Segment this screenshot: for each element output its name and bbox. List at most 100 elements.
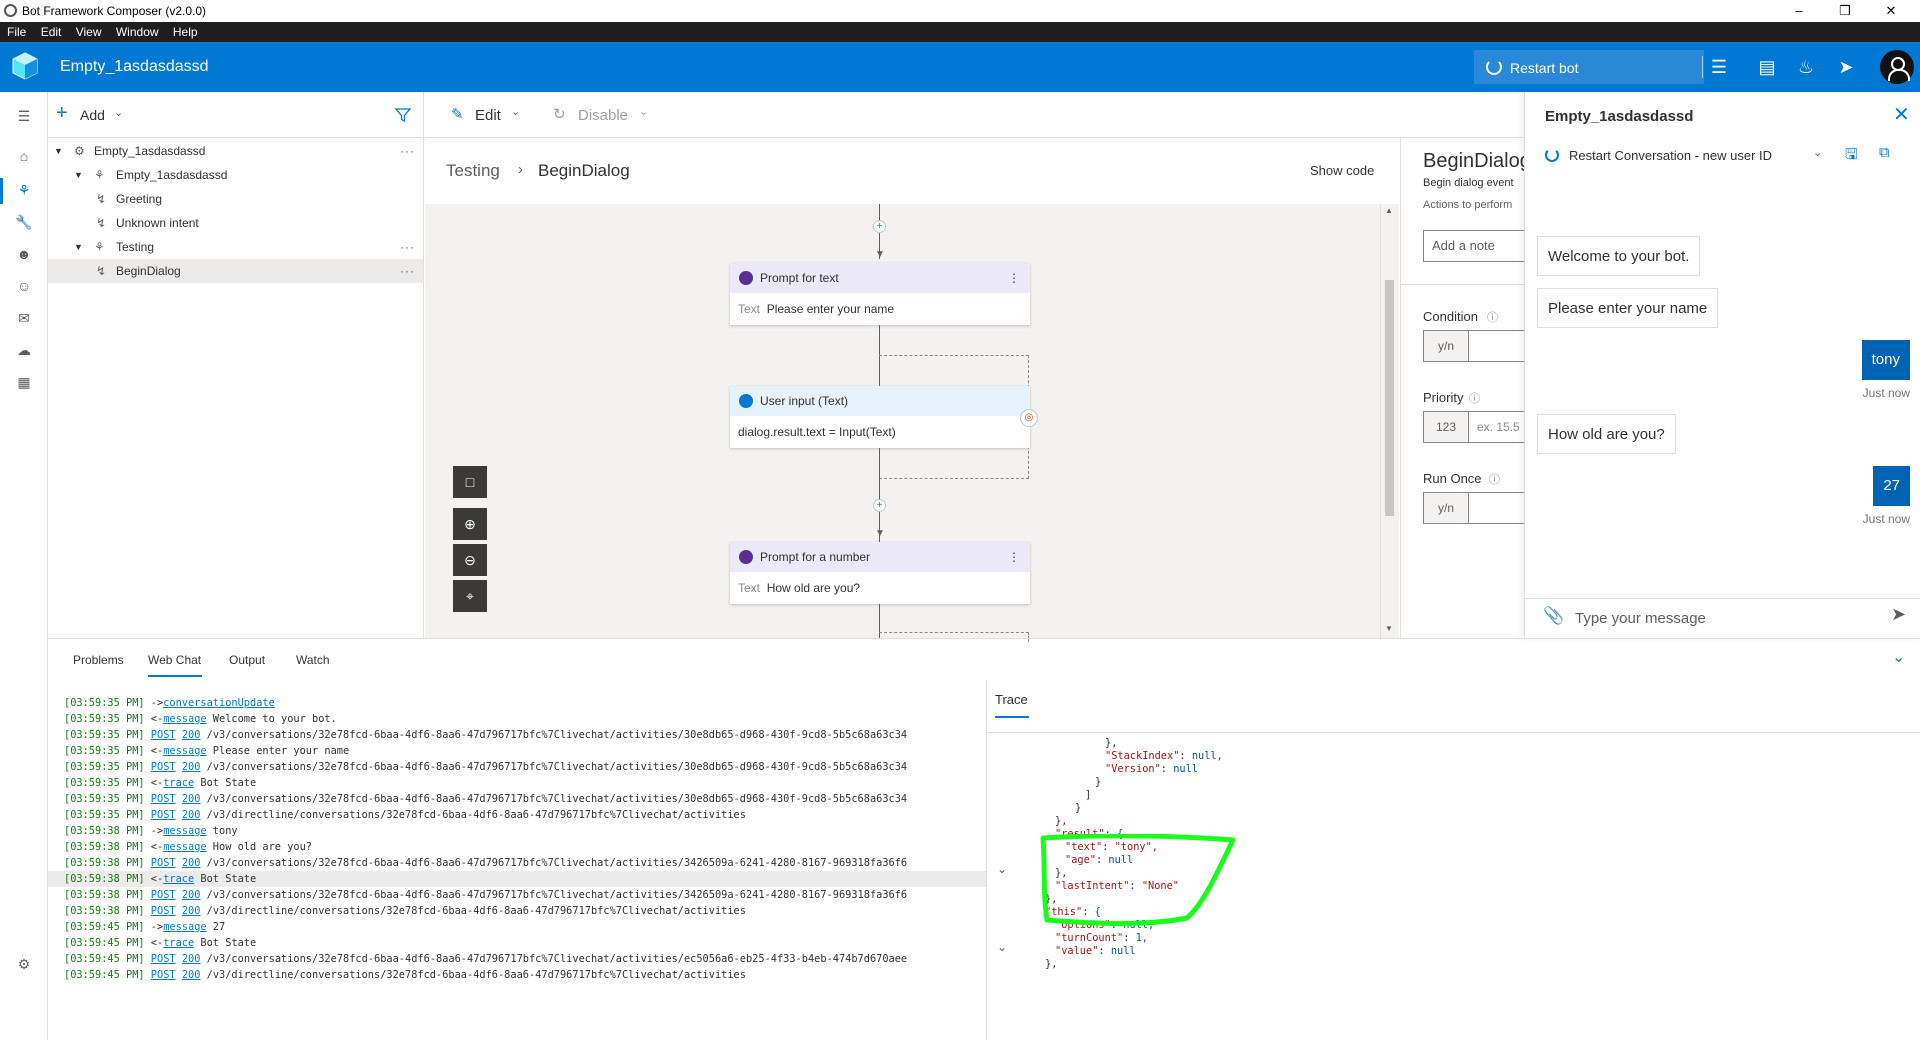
log-link[interactable]: POST <box>151 729 176 741</box>
tree-item-dialog-main[interactable]: ▼ ⚘ Empty_1asdasdassd <box>48 163 423 187</box>
minimize-button[interactable]: – <box>1776 0 1822 22</box>
wrench-icon[interactable]: 🔧 <box>14 212 34 232</box>
log-link[interactable]: trace <box>163 873 194 885</box>
zoom-out-icon[interactable]: ⊖ <box>453 544 487 576</box>
log-link[interactable]: POST <box>151 953 176 965</box>
close-icon[interactable]: ✕ <box>1893 102 1910 127</box>
design-icon[interactable]: ⚘ <box>14 180 34 200</box>
menu-file[interactable]: File <box>0 22 30 39</box>
log-status-code[interactable]: 200 <box>182 793 201 805</box>
log-link[interactable]: message <box>163 921 206 933</box>
menu-window[interactable]: Window <box>109 22 163 39</box>
log-link[interactable]: message <box>163 745 206 757</box>
restart-bot-button[interactable]: Restart bot <box>1474 50 1704 84</box>
caret-down-icon[interactable]: ▼ <box>74 163 83 187</box>
more-vertical-icon[interactable]: ⋮ <box>1008 542 1020 572</box>
maximize-button[interactable]: ❐ <box>1822 0 1868 22</box>
log-status-code[interactable]: 200 <box>182 889 201 901</box>
node-user-input[interactable]: User input (Text) dialog.result.text = I… <box>730 386 1030 448</box>
log-status-code[interactable]: 200 <box>182 761 201 773</box>
breadcrumb-current[interactable]: BeginDialog <box>538 161 630 181</box>
edit-button[interactable]: Edit <box>475 107 501 124</box>
settings-gear-icon[interactable]: ⚙ <box>14 954 34 974</box>
condition-input[interactable] <box>1468 330 1524 362</box>
tab-output[interactable]: Output <box>229 653 265 667</box>
menu-lines-icon[interactable]: ☰ <box>1707 55 1731 79</box>
menu-help[interactable]: Help <box>166 22 202 39</box>
breadcrumb-parent[interactable]: Testing <box>446 161 500 181</box>
log-status-code[interactable]: 200 <box>182 857 201 869</box>
log-status-code[interactable]: 200 <box>182 729 201 741</box>
fit-to-screen-icon[interactable]: ⌖ <box>453 580 487 612</box>
log-status-code[interactable]: 200 <box>182 969 201 981</box>
caret-down-icon[interactable]: ▼ <box>74 235 83 259</box>
log-link[interactable]: message <box>163 825 206 837</box>
log-link[interactable]: POST <box>151 857 176 869</box>
log-link[interactable]: POST <box>151 889 176 901</box>
log-link[interactable]: POST <box>151 969 176 981</box>
log-link[interactable]: trace <box>163 777 194 789</box>
filter-icon[interactable] <box>395 107 411 123</box>
node-prompt-text[interactable]: Prompt for text ⋮ Text Please enter your… <box>730 263 1030 325</box>
log-link[interactable]: message <box>163 713 206 725</box>
log-link[interactable]: POST <box>151 793 176 805</box>
log-status-code[interactable]: 200 <box>182 809 201 821</box>
log-link[interactable]: conversationUpdate <box>163 697 275 709</box>
tree-item-testing[interactable]: ▼ ⚘ Testing ··· <box>48 235 423 259</box>
zoom-in-icon[interactable]: ⊕ <box>453 508 487 540</box>
log-status-code[interactable]: 200 <box>182 905 201 917</box>
chevron-down-icon[interactable]: ⌄ <box>997 862 1007 876</box>
priority-type-button[interactable]: 123 <box>1423 411 1469 443</box>
tree-item-begindialog[interactable]: ↯ BeginDialog ··· <box>48 259 423 283</box>
tab-watch[interactable]: Watch <box>296 653 330 667</box>
send-icon[interactable]: ➤ <box>1891 604 1906 625</box>
condition-type-button[interactable]: y/n <box>1423 330 1469 362</box>
tab-problems[interactable]: Problems <box>73 653 124 667</box>
log-link[interactable]: POST <box>151 905 176 917</box>
vertical-scrollbar[interactable]: ▲ ▼ <box>1380 204 1398 638</box>
more-icon[interactable]: ··· <box>400 235 415 259</box>
attachment-icon[interactable]: 📎 <box>1543 606 1564 626</box>
chevron-down-icon[interactable]: ⌄ <box>1813 146 1822 159</box>
rocket-icon[interactable]: ➤ <box>1834 55 1858 79</box>
priority-input[interactable]: ex. 15.5 <box>1468 411 1524 443</box>
log-status-code[interactable]: 200 <box>182 953 201 965</box>
log-link[interactable]: message <box>163 841 206 853</box>
menu-edit[interactable]: Edit <box>34 22 66 39</box>
open-external-icon[interactable]: ⧉ <box>1879 144 1890 161</box>
tree-item-greeting[interactable]: ↯ Greeting <box>48 187 423 211</box>
log-link[interactable]: POST <box>151 761 176 773</box>
disable-button[interactable]: Disable <box>578 107 628 124</box>
log-link[interactable]: POST <box>151 809 176 821</box>
chevron-down-icon[interactable]: ⌄ <box>997 940 1007 954</box>
add-button[interactable]: Add <box>80 107 105 123</box>
more-vertical-icon[interactable]: ⋮ <box>1008 263 1020 293</box>
tab-trace[interactable]: Trace <box>995 692 1028 707</box>
tree-item-bot[interactable]: ▼ ⚙ Empty_1asdasdassd ··· <box>48 139 423 163</box>
show-code-button[interactable]: Show code <box>1310 163 1374 178</box>
save-icon[interactable]: 🖫 <box>1845 144 1858 169</box>
chat-icon[interactable]: ▤ <box>1755 55 1779 79</box>
users-icon[interactable]: ☻ <box>14 244 34 264</box>
tab-web-chat[interactable]: Web Chat <box>148 653 201 667</box>
more-icon[interactable]: ··· <box>400 259 415 283</box>
collapse-panel-icon[interactable]: ⌄ <box>1892 647 1905 667</box>
message-input[interactable]: Type your message <box>1575 610 1706 627</box>
restart-conversation-button[interactable]: Restart Conversation - new user ID <box>1569 148 1772 163</box>
library-icon[interactable]: ▦ <box>14 372 34 392</box>
bell-icon[interactable]: ♨ <box>1794 55 1818 79</box>
add-action-button[interactable]: + <box>873 220 886 233</box>
caret-down-icon[interactable]: ▼ <box>54 139 63 163</box>
run-once-type-button[interactable]: y/n <box>1423 492 1469 524</box>
hamburger-icon[interactable]: ☰ <box>14 106 34 126</box>
add-note-input[interactable]: Add a note <box>1423 230 1524 262</box>
visual-editor-canvas[interactable]: + ▼ Prompt for text ⋮ Text Please enter … <box>425 204 1399 642</box>
home-icon[interactable]: ⌂ <box>14 146 34 166</box>
run-once-input[interactable] <box>1468 492 1524 524</box>
chat-bubble-icon[interactable]: ✉ <box>14 308 34 328</box>
tree-item-unknown-intent[interactable]: ↯ Unknown intent <box>48 211 423 235</box>
add-action-button[interactable]: + <box>873 499 886 512</box>
avatar[interactable] <box>1880 50 1914 84</box>
bot-icon[interactable]: ☺ <box>14 276 34 296</box>
log-link[interactable]: trace <box>163 937 194 949</box>
